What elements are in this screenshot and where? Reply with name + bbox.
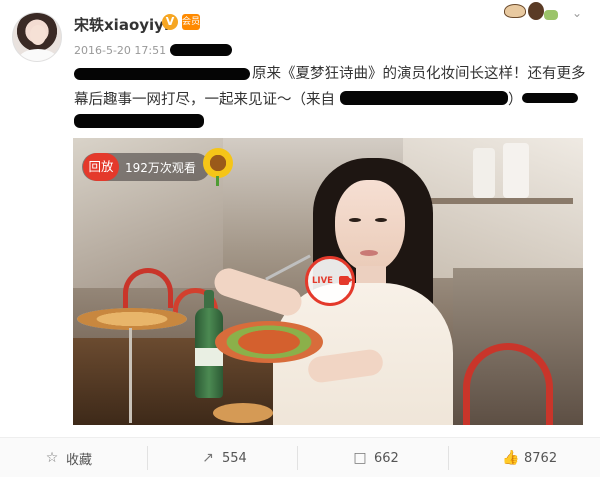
- person-face: [335, 180, 405, 272]
- post-text-line2-close: ）: [508, 92, 523, 108]
- redaction-bar: [74, 114, 204, 128]
- avatar-shoulder: [19, 49, 57, 61]
- redaction-bar: [340, 91, 508, 105]
- username[interactable]: 宋轶xiaoyiyi: [74, 14, 169, 35]
- salad-plate: [215, 321, 323, 363]
- comment-bubble-icon: □: [353, 450, 367, 466]
- redaction-bar: [170, 44, 232, 56]
- redaction-bar: [522, 93, 578, 103]
- post-text-line2: 幕后趣事一网打尽，一起来见证～（来自: [74, 92, 335, 108]
- live-label: LIVE: [312, 276, 333, 286]
- comment-button[interactable]: □ 662: [352, 438, 399, 477]
- chevron-down-icon[interactable]: ⌄: [568, 4, 586, 22]
- like-count: 8762: [524, 450, 558, 466]
- live-play-button[interactable]: LIVE: [305, 256, 355, 306]
- camera-icon: [339, 276, 349, 285]
- member-badge-icon: 会员: [182, 14, 200, 30]
- sunflower-icon: [201, 146, 237, 186]
- repost-button[interactable]: ↗ 554: [200, 438, 247, 477]
- video-player[interactable]: 回放 192万次观看 LIVE: [73, 138, 583, 425]
- star-outline-icon: ☆: [45, 450, 59, 466]
- replay-button[interactable]: 回放: [83, 153, 119, 181]
- avatar-face: [30, 25, 46, 45]
- avatar[interactable]: [12, 12, 62, 62]
- redaction-bar: [74, 68, 250, 80]
- verified-badge: V: [162, 14, 178, 30]
- action-bar: ☆ 收藏 ↗ 554 □ 662 👍 8762: [0, 437, 600, 477]
- like-button[interactable]: 👍 8762: [502, 438, 557, 477]
- share-arrow-icon: ↗: [202, 450, 214, 466]
- post-timestamp[interactable]: 2016-5-20 17:51: [74, 44, 166, 57]
- decorative-sticker-icon: [500, 0, 562, 22]
- post-text-line1: 原来《夏梦狂诗曲》的演员化妆间长这样！还有更多: [252, 66, 586, 82]
- thumbs-up-icon: 👍: [502, 450, 520, 466]
- favorite-button[interactable]: ☆ 收藏: [44, 438, 92, 477]
- comment-count: 662: [374, 450, 399, 466]
- view-count: 192万次观看: [125, 161, 196, 175]
- repost-count: 554: [222, 450, 247, 466]
- favorite-label: 收藏: [66, 452, 93, 468]
- member-badge-label: 会员: [182, 17, 201, 27]
